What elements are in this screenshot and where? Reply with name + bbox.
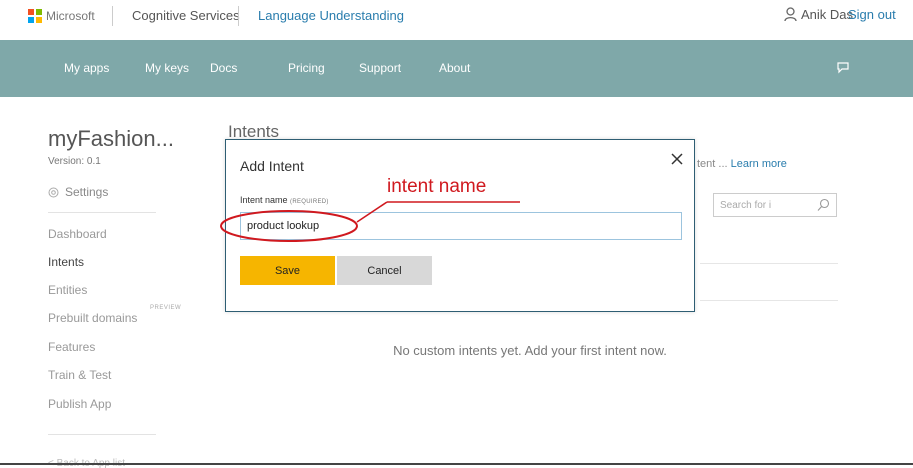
learn-more-link[interactable]: Learn more: [731, 158, 787, 170]
product-link[interactable]: Language Understanding: [258, 8, 404, 23]
search-icon[interactable]: [817, 198, 830, 212]
field-label: Intent name: [240, 195, 288, 205]
sidebar-item-dashboard[interactable]: Dashboard: [48, 227, 107, 241]
gear-icon: [48, 187, 59, 197]
signout-link[interactable]: Sign out: [848, 7, 896, 22]
sidebar-item-publish-app[interactable]: Publish App: [48, 397, 111, 411]
save-button[interactable]: Save: [240, 256, 335, 285]
close-icon[interactable]: [669, 151, 685, 167]
required-tag: (REQUIRED): [290, 199, 329, 205]
sidebar-item-entities[interactable]: Entities: [48, 283, 87, 297]
sidebar-item-prebuilt-domains[interactable]: Prebuilt domains: [48, 311, 137, 325]
table-header-divider: [700, 263, 838, 264]
search-input[interactable]: [720, 197, 810, 213]
service-link[interactable]: Cognitive Services: [132, 8, 240, 23]
empty-state-message: No custom intents yet. Add your first in…: [393, 343, 667, 358]
annotation-label: intent name: [387, 176, 487, 197]
intro-text: tent ... Learn more: [697, 158, 787, 170]
nav-about[interactable]: About: [439, 61, 470, 75]
intent-name-input[interactable]: [247, 218, 667, 234]
cancel-button[interactable]: Cancel: [337, 256, 432, 285]
intent-name-label: Intent name (REQUIRED): [240, 195, 329, 205]
user-menu[interactable]: Anik Das: [784, 7, 853, 22]
intro-fragment: tent ...: [697, 158, 728, 170]
app-name: myFashion...: [48, 126, 174, 151]
add-intent-dialog: Add Intent Intent name (REQUIRED) Save C…: [225, 139, 695, 312]
sidebar-item-train-test[interactable]: Train & Test: [48, 368, 111, 382]
preview-badge: PREVIEW: [150, 305, 182, 311]
brand-name: Microsoft: [46, 9, 95, 23]
nav-my-keys[interactable]: My keys: [145, 61, 189, 75]
top-bar: Microsoft Cognitive Services Language Un…: [0, 0, 913, 36]
divider: [238, 6, 239, 26]
microsoft-logo-icon: [28, 9, 42, 23]
settings-label: Settings: [65, 185, 109, 199]
app-version: Version: 0.1: [48, 156, 101, 167]
nav-my-apps[interactable]: My apps: [64, 61, 109, 75]
page-bottom-border: [0, 463, 913, 465]
user-icon: [784, 7, 797, 22]
sidebar-item-features[interactable]: Features: [48, 340, 95, 354]
dialog-title: Add Intent: [240, 158, 304, 174]
nav-support[interactable]: Support: [359, 61, 401, 75]
sidebar-divider: [48, 212, 156, 213]
nav-pricing[interactable]: Pricing: [288, 61, 325, 75]
table-divider: [700, 300, 838, 301]
divider: [112, 6, 113, 26]
search-field[interactable]: [713, 193, 837, 217]
sidebar-item-intents[interactable]: Intents: [48, 255, 84, 269]
user-name: Anik Das: [801, 7, 854, 22]
settings-link[interactable]: Settings: [48, 185, 108, 199]
feedback-icon[interactable]: [836, 60, 850, 74]
nav-docs[interactable]: Docs: [210, 61, 237, 75]
intent-name-field[interactable]: [240, 212, 682, 240]
main-nav: My apps My keys Docs Pricing Support Abo…: [0, 40, 913, 97]
sidebar-divider: [48, 434, 156, 435]
